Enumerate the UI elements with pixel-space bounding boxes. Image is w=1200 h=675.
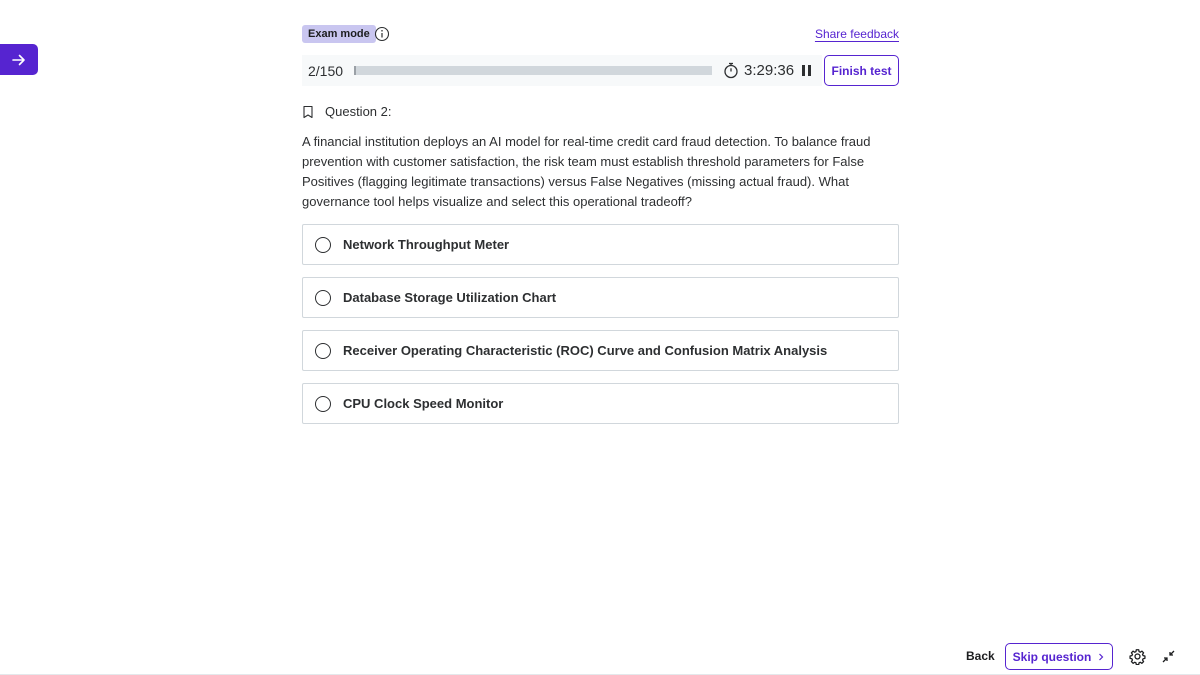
chevron-right-icon [1099,653,1104,660]
answer-option-label: Receiver Operating Characteristic (ROC) … [343,343,828,358]
sidebar-toggle-button[interactable] [0,44,38,75]
answer-options: Network Throughput Meter Database Storag… [302,224,899,436]
progress-row: 2/150 3:29:36 [302,55,822,86]
answer-option-label: Network Throughput Meter [343,237,510,252]
question-counter: 2/150 [308,62,344,79]
question-number: Question 2: [325,104,392,119]
footer-bar: Back Skip question [0,643,1200,670]
radio-button[interactable] [315,289,331,306]
collapse-icon[interactable] [1162,650,1175,663]
exam-header: Exam mode Share feedback [302,25,899,43]
stopwatch-icon [724,62,738,79]
share-feedback-link[interactable]: Share feedback [815,27,899,41]
gear-icon[interactable] [1129,648,1146,665]
radio-button[interactable] [315,236,331,253]
arrow-right-icon [12,54,25,65]
back-button[interactable]: Back [966,649,995,663]
progress-bar-fill [354,66,357,75]
radio-button[interactable] [315,342,331,359]
skip-question-label: Skip question [1012,649,1092,664]
answer-option[interactable]: Receiver Operating Characteristic (ROC) … [302,330,899,371]
answer-option-label: CPU Clock Speed Monitor [343,396,504,411]
answer-option[interactable]: CPU Clock Speed Monitor [302,383,899,424]
question-text: A financial institution deploys an AI mo… [302,134,871,209]
answer-option-label: Database Storage Utilization Chart [343,290,557,305]
pause-icon[interactable] [802,65,812,76]
exam-mode-badge: Exam mode [302,25,376,43]
countdown-timer: 3:29:36 [744,62,795,79]
answer-option[interactable]: Database Storage Utilization Chart [302,277,899,318]
skip-question-button[interactable]: Skip question [1005,643,1113,670]
info-circle-icon[interactable] [374,26,390,42]
progress-bar [354,66,712,75]
bookmark-icon[interactable] [302,105,314,119]
finish-test-button[interactable]: Finish test [824,55,899,86]
answer-option[interactable]: Network Throughput Meter [302,224,899,265]
radio-button[interactable] [315,395,331,412]
question-header: Question 2: [302,104,392,119]
